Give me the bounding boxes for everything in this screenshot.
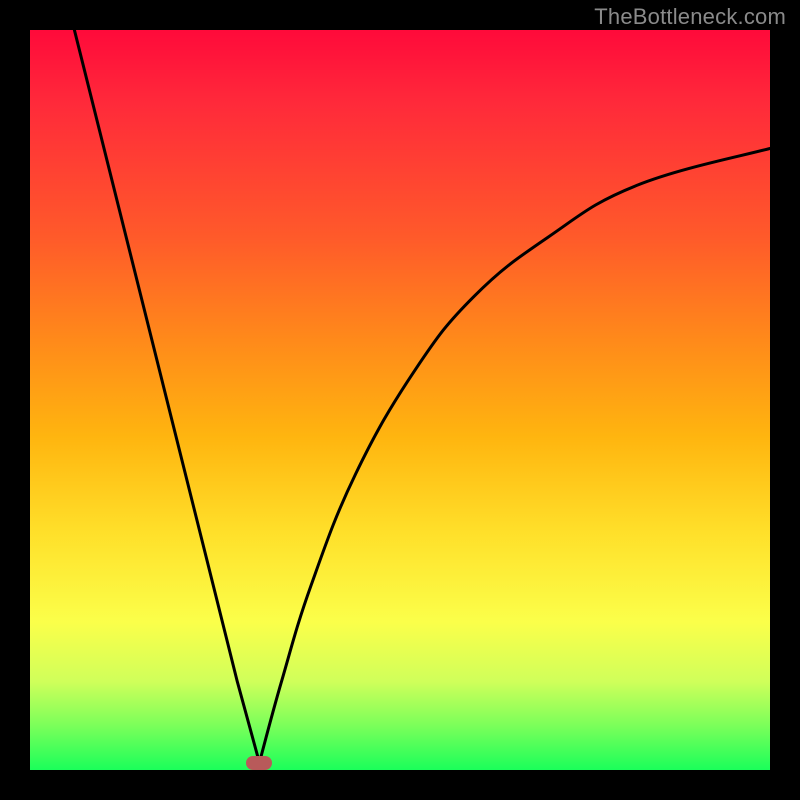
- bottleneck-curve: [30, 30, 770, 770]
- outer-frame: TheBottleneck.com: [0, 0, 800, 800]
- watermark-label: TheBottleneck.com: [594, 4, 786, 30]
- plot-area: [30, 30, 770, 770]
- minimum-marker: [246, 756, 272, 770]
